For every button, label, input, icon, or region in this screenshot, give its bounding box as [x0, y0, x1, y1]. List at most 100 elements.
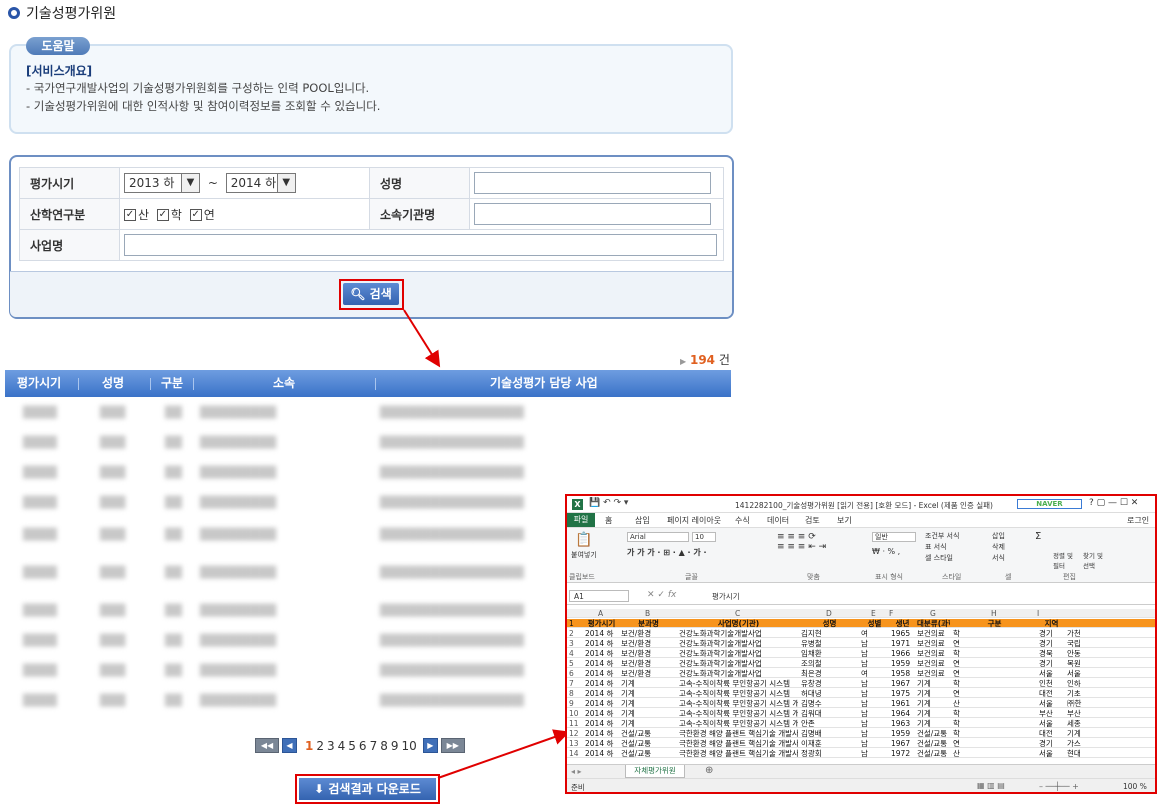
excel-cell[interactable]: 보건의료 [917, 669, 950, 678]
excel-header-cell[interactable]: 대분류(과학기술표준분류) [917, 619, 950, 628]
excel-cell[interactable]: 1975 [891, 689, 914, 698]
column-letter[interactable]: G [930, 609, 936, 618]
excel-cell[interactable]: 허대녕 [801, 689, 858, 698]
excel-cell[interactable]: 경북 [1039, 649, 1064, 658]
excel-header-cell[interactable]: 사업명(기관) [679, 619, 798, 628]
formula-content[interactable]: 평가시기 [712, 591, 740, 602]
conditional-format-button[interactable]: 조건부 서식 [925, 531, 959, 541]
excel-cell[interactable]: 안존 [801, 719, 858, 728]
excel-window-controls[interactable]: ? ▢ — ☐ ✕ [1089, 498, 1138, 508]
project-input[interactable] [124, 234, 717, 256]
excel-cell[interactable]: 임채환 [801, 649, 858, 658]
next-page-button[interactable]: ▶ [422, 738, 438, 753]
page-link-7[interactable]: 7 [370, 739, 378, 753]
excel-cell[interactable]: 부산 [1039, 709, 1064, 718]
excel-cell[interactable]: 기계 [621, 689, 676, 698]
page-link-6[interactable]: 6 [359, 739, 367, 753]
excel-cell[interactable]: 보건의료 [917, 659, 950, 668]
excel-cell[interactable]: 학 [953, 629, 1036, 638]
excel-login[interactable]: 로그인 [1127, 515, 1149, 526]
page-link-10[interactable]: 10 [401, 739, 416, 753]
column-letter[interactable]: D [826, 609, 832, 618]
checkbox-institute[interactable]: ✓ [189, 209, 202, 221]
excel-cell[interactable]: 연 [953, 639, 1036, 648]
excel-cell[interactable]: 김명배 [801, 729, 858, 738]
excel-cell[interactable]: 남 [861, 659, 888, 668]
excel-cell[interactable]: 김워대 [801, 709, 858, 718]
row-number[interactable]: 4 [569, 649, 574, 658]
formula-bar-buttons[interactable]: ✕ ✓ fx [647, 590, 676, 600]
page-link-8[interactable]: 8 [380, 739, 388, 753]
excel-cell[interactable]: 2014 하 [585, 729, 618, 738]
table-row[interactable]: ████ ███ ██ █████████ █████████████████ [5, 462, 731, 482]
excel-cell[interactable]: 2014 하 [585, 679, 618, 688]
excel-cell[interactable]: 보건의료 [917, 629, 950, 638]
sum-icon[interactable]: Σ [1035, 531, 1041, 542]
delete-cells-button[interactable]: 삭제 [992, 542, 1005, 552]
excel-cell[interactable]: 1963 [891, 719, 914, 728]
excel-cell[interactable]: 목원 [1067, 659, 1094, 668]
page-link-4[interactable]: 4 [338, 739, 346, 753]
excel-cell[interactable]: 부산 [1067, 709, 1094, 718]
excel-cell[interactable]: 대전 [1039, 689, 1064, 698]
format-cells-button[interactable]: 서식 [992, 553, 1005, 563]
excel-cell[interactable]: 남 [861, 639, 888, 648]
name-box[interactable]: A1 [569, 590, 629, 602]
column-letter[interactable]: B [645, 609, 650, 618]
page-link-2[interactable]: 2 [316, 739, 324, 753]
excel-cell[interactable]: 1964 [891, 709, 914, 718]
excel-cell[interactable]: 1967 [891, 739, 914, 748]
sheet-tab-active[interactable]: 자체평가위원 [625, 765, 685, 778]
excel-cell[interactable]: 1971 [891, 639, 914, 648]
excel-cell[interactable]: 남 [861, 679, 888, 688]
excel-cell[interactable]: 경기 [1039, 739, 1064, 748]
first-page-button[interactable]: ◀◀ [255, 738, 279, 753]
row-number[interactable]: 3 [569, 639, 574, 648]
excel-cell[interactable]: 건설/교통 [917, 729, 950, 738]
excel-cell[interactable]: 보건/환경 [621, 649, 676, 658]
column-letter[interactable]: C [735, 609, 740, 618]
excel-cell[interactable]: 건설/교통 [917, 739, 950, 748]
insert-cells-button[interactable]: 삽입 [992, 531, 1005, 541]
excel-cell[interactable]: 경기 [1039, 639, 1064, 648]
excel-cell[interactable]: 연 [953, 669, 1036, 678]
excel-cell[interactable]: 2014 하 [585, 669, 618, 678]
excel-header-cell[interactable]: 평가시기 [585, 619, 618, 628]
excel-cell[interactable]: 1972 [891, 749, 914, 758]
excel-cell[interactable]: 학 [953, 729, 1036, 738]
excel-cell[interactable]: 1959 [891, 729, 914, 738]
excel-cell[interactable]: 1966 [891, 649, 914, 658]
excel-cell[interactable]: 기계 [621, 699, 676, 708]
excel-header-cell[interactable]: 구분 [953, 619, 1036, 628]
excel-cell[interactable]: 김지현 [801, 629, 858, 638]
excel-cell[interactable]: 보건/환경 [621, 629, 676, 638]
excel-cell[interactable]: 남 [861, 709, 888, 718]
sort-filter-button[interactable]: 정렬 및 필터 [1053, 550, 1081, 570]
excel-cell[interactable]: 서울 [1039, 699, 1064, 708]
excel-cell[interactable]: 2014 하 [585, 739, 618, 748]
excel-cell[interactable]: 유병철 [801, 639, 858, 648]
name-input[interactable] [474, 172, 711, 194]
excel-header-cell[interactable]: 성별 [861, 619, 888, 628]
excel-header-cell[interactable]: 성명 [801, 619, 858, 628]
excel-cell[interactable]: 학 [953, 719, 1036, 728]
ribbon-tab-file[interactable]: 파일 [567, 513, 595, 527]
excel-cell[interactable]: 세종 [1067, 719, 1094, 728]
excel-header-cell[interactable]: 생년 [891, 619, 914, 628]
excel-cell[interactable]: 2014 하 [585, 719, 618, 728]
org-input[interactable] [474, 203, 711, 225]
table-row[interactable]: ████ ███ ██ █████████ █████████████████ [5, 432, 731, 452]
excel-cell[interactable]: 고속-수직이착륙 무인항공기 시스템 개발 [679, 699, 798, 708]
excel-cell[interactable]: 1958 [891, 669, 914, 678]
prev-page-button[interactable]: ◀ [282, 738, 297, 753]
excel-cell[interactable]: 산 [953, 749, 1036, 758]
excel-cell[interactable]: 국립 [1067, 639, 1094, 648]
excel-cell[interactable]: 가스 [1067, 739, 1094, 748]
checkbox-academia[interactable]: ✓ [156, 209, 169, 221]
add-sheet-icon[interactable]: ⊕ [705, 765, 713, 776]
download-button[interactable]: ⬇ 검색결과 다운로드 [299, 778, 436, 800]
excel-cell[interactable]: 건강노화과학기술개발사업 [679, 669, 798, 678]
excel-cell[interactable]: 인하 [1067, 679, 1094, 688]
row-number[interactable]: 7 [569, 679, 574, 688]
row-number[interactable]: 11 [569, 719, 579, 728]
